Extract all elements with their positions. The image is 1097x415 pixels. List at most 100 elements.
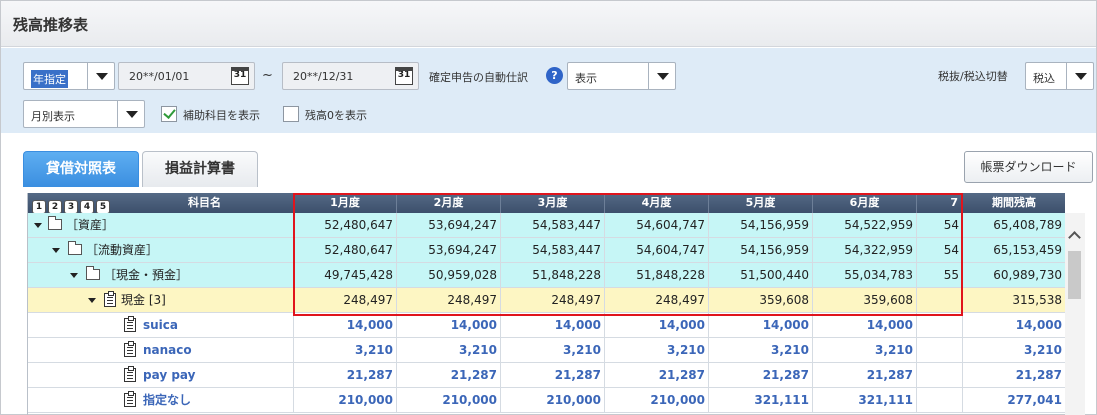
month-value-cell: 54 [917, 213, 963, 238]
month-value-cell: 54,156,959 [709, 238, 813, 263]
table-row[interactable]: pay pay 21,287 21,287 21,287 21,287 21,287 21,… [28, 363, 1065, 388]
month-value-cell [917, 288, 963, 313]
table-header: 12345 科目名 1月度 2月度 3月度 4月度 5月度 6月度 7 期間残高 [28, 193, 1065, 213]
tax-select[interactable]: 税込 [1025, 62, 1094, 90]
show-sub-accounts-checkbox[interactable] [161, 106, 177, 122]
header-label: 科目名 [188, 196, 221, 209]
account-name: pay pay [143, 368, 196, 382]
calendar-icon[interactable]: 31 [395, 67, 413, 85]
table-row[interactable]: 現金 [3] 248,497 248,497 248,497 248,497 359,60… [28, 288, 1065, 313]
month-value-cell: 54,604,747 [605, 238, 709, 263]
account-name-cell[interactable]: ［資産］ [28, 213, 294, 238]
account-name-cell[interactable]: nanaco [28, 338, 294, 363]
month-value-cell: 359,608 [813, 288, 917, 313]
month-value-cell: 14,000 [294, 313, 397, 338]
level-1-button[interactable]: 1 [32, 200, 46, 213]
date-from-field[interactable]: 20**/01/01 31 [118, 62, 255, 90]
month-value-cell: 14,000 [709, 313, 813, 338]
vertical-scrollbar[interactable] [1065, 213, 1085, 415]
level-2-button[interactable]: 2 [48, 200, 62, 213]
month-value-cell: 210,000 [294, 388, 397, 413]
scroll-thumb[interactable] [1068, 251, 1081, 299]
chevron-down-icon [648, 63, 675, 89]
month-value-cell: 14,000 [813, 313, 917, 338]
period-type-select[interactable]: 年指定 [23, 62, 115, 90]
month-value-cell: 3,210 [813, 338, 917, 363]
table-row[interactable]: nanaco 3,210 3,210 3,210 3,210 3,210 3,210 3,21… [28, 338, 1065, 363]
level-4-button[interactable]: 4 [80, 200, 94, 213]
period-balance-cell: 60,989,730 [963, 263, 1065, 288]
show-zero-checkbox[interactable] [283, 106, 299, 122]
expand-triangle-icon[interactable] [52, 248, 60, 253]
date-to-value: 20**/12/31 [293, 70, 354, 83]
report-download-button[interactable]: 帳票ダウンロード [964, 151, 1093, 183]
period-balance-cell: 21,287 [963, 363, 1065, 388]
ledger-icon [124, 341, 136, 357]
month-value-cell: 54,156,959 [709, 213, 813, 238]
month-value-cell: 21,287 [605, 363, 709, 388]
account-name-cell[interactable]: 現金 [3] [28, 288, 294, 313]
title-bar: 残高推移表 [1, 1, 1096, 47]
month-value-cell: 248,497 [294, 288, 397, 313]
expand-triangle-icon[interactable] [70, 273, 78, 278]
account-name: ［流動資産］ [86, 243, 159, 257]
month-value-cell: 321,111 [709, 388, 813, 413]
account-name-cell[interactable]: ［流動資産］ [28, 238, 294, 263]
show-zero-label: 残高0を表示 [305, 109, 367, 122]
table-row[interactable]: ［資産］ 52,480,647 53,694,247 54,583,447 54,604… [28, 213, 1065, 238]
account-name: 指定なし [143, 393, 192, 407]
period-balance-cell: 277,041 [963, 388, 1065, 413]
chevron-down-icon [87, 63, 114, 89]
period-balance-cell: 315,538 [963, 288, 1065, 313]
account-name-cell[interactable]: 指定なし [28, 388, 294, 413]
expand-triangle-icon[interactable] [88, 298, 96, 303]
expand-triangle-icon[interactable] [34, 223, 42, 228]
month-value-cell: 210,000 [605, 388, 709, 413]
help-icon[interactable]: ? [546, 67, 563, 84]
table-row[interactable]: ［流動資産］ 52,480,647 53,694,247 54,583,447 54,6… [28, 238, 1065, 263]
account-name: ［現金・預金］ [104, 268, 189, 282]
tab-income-statement[interactable]: 損益計算書 [142, 151, 258, 187]
month-value-cell: 3,210 [397, 338, 501, 363]
table-row[interactable]: 指定なし 210,000 210,000 210,000 210,000 321,111 3… [28, 388, 1065, 413]
table-row[interactable]: suica 14,000 14,000 14,000 14,000 14,000 14,00… [28, 313, 1065, 338]
calendar-icon[interactable]: 31 [231, 67, 249, 85]
ledger-icon [124, 316, 136, 332]
table-row[interactable]: ［現金・預金］ 49,745,428 50,959,028 51,848,228 51,… [28, 263, 1065, 288]
account-name-cell[interactable]: ［現金・預金］ [28, 263, 294, 288]
month-value-cell: 14,000 [397, 313, 501, 338]
month-value-cell: 55 [917, 263, 963, 288]
date-from-value: 20**/01/01 [129, 70, 190, 83]
display-mode-select[interactable]: 月別表示 [23, 100, 145, 128]
date-to-field[interactable]: 20**/12/31 31 [282, 62, 419, 90]
month-value-cell: 21,287 [813, 363, 917, 388]
level-5-button[interactable]: 5 [96, 200, 110, 213]
month-value-cell: 14,000 [501, 313, 605, 338]
month-value-cell: 49,745,428 [294, 263, 397, 288]
month-value-cell: 210,000 [501, 388, 605, 413]
auto-journal-select[interactable]: 表示 [567, 62, 676, 90]
month-value-cell: 21,287 [501, 363, 605, 388]
auto-journal-value: 表示 [575, 72, 597, 85]
folder-icon [48, 216, 62, 230]
show-sub-accounts-label: 補助科目を表示 [183, 109, 260, 122]
period-balance-cell: 3,210 [963, 338, 1065, 363]
account-name: suica [143, 318, 179, 332]
scroll-up-icon[interactable] [1068, 231, 1081, 244]
header-month: 6月度 [813, 193, 917, 213]
header-account-name: 12345 科目名 [28, 193, 294, 213]
month-value-cell: 321,111 [813, 388, 917, 413]
level-3-button[interactable]: 3 [64, 200, 78, 213]
ledger-icon [104, 291, 116, 307]
header-month: 5月度 [709, 193, 813, 213]
ledger-icon [124, 391, 136, 407]
month-value-cell: 21,287 [709, 363, 813, 388]
tab-balance-sheet[interactable]: 貸借対照表 [23, 151, 139, 187]
month-value-cell [917, 313, 963, 338]
account-name-cell[interactable]: suica [28, 313, 294, 338]
header-month: 2月度 [397, 193, 501, 213]
page-title: 残高推移表 [13, 16, 89, 34]
account-name-cell[interactable]: pay pay [28, 363, 294, 388]
month-value-cell: 51,848,228 [605, 263, 709, 288]
account-name: 現金 [3] [121, 293, 166, 307]
